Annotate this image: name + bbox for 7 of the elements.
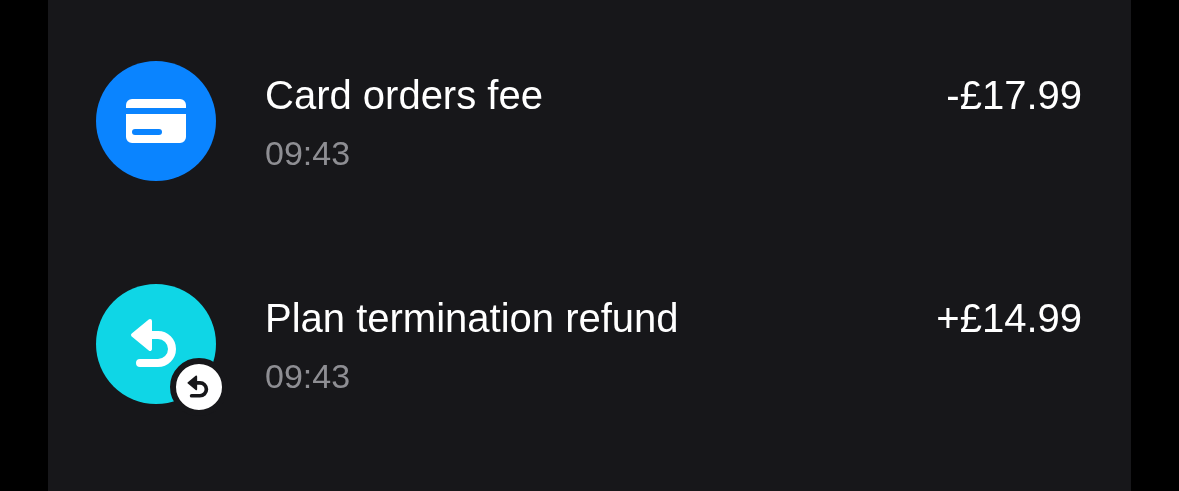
card-icon — [126, 99, 186, 143]
transaction-amount: -£17.99 — [946, 72, 1082, 119]
transaction-title: Plan termination refund — [265, 295, 679, 342]
transaction-amount: +£14.99 — [936, 295, 1082, 342]
transaction-title: Card orders fee — [265, 72, 543, 119]
transaction-time: 09:43 — [265, 356, 352, 396]
transaction-time: 09:43 — [265, 133, 352, 173]
